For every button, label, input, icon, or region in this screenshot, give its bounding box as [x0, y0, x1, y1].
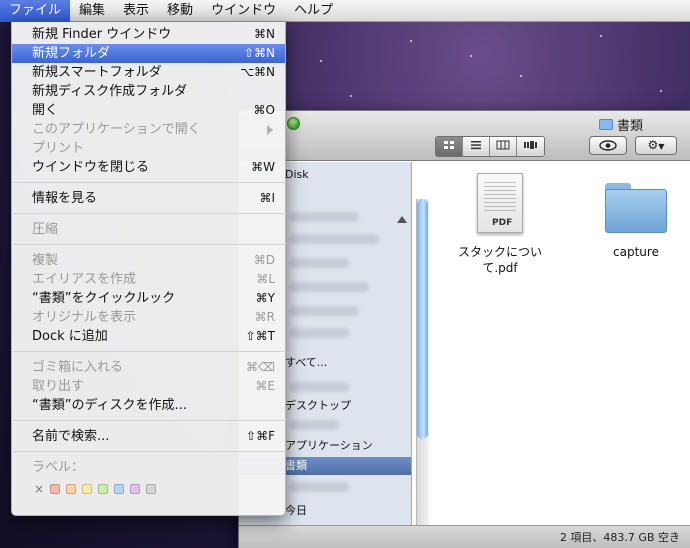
star	[410, 40, 412, 42]
sidebar-blurred-item	[289, 306, 359, 316]
menu-edit[interactable]: 編集	[70, 0, 114, 22]
pdf-file-icon[interactable]: PDF	[477, 173, 523, 233]
menu-item-get-info[interactable]: 情報を見る ⌘I	[12, 189, 285, 208]
menu-item-burn-disc[interactable]: “書類”のディスクを作成...	[12, 396, 285, 415]
sidebar-blurred-item	[289, 212, 359, 222]
status-bar: 2 項目、483.7 GB 空き	[239, 525, 690, 548]
menu-item-close-window[interactable]: ウインドウを閉じる ⌘W	[12, 158, 285, 177]
menu-separator	[13, 244, 286, 245]
menu-separator	[13, 420, 286, 421]
star	[520, 75, 522, 77]
star	[470, 55, 472, 57]
label-yellow-swatch[interactable]	[82, 484, 92, 494]
label-green-swatch[interactable]	[98, 484, 108, 494]
menu-item-quick-look[interactable]: “書類”をクイックルック ⌘Y	[12, 289, 285, 308]
file-menu-dropdown: 新規 Finder ウインドウ ⌘N 新規フォルダ ⇧⌘N 新規スマートフォルダ ⌥⌘…	[11, 22, 286, 516]
menu-item-add-to-dock[interactable]: Dock に追加 ⇧⌘T	[12, 327, 285, 346]
menu-separator	[13, 213, 286, 214]
label-orange-swatch[interactable]	[66, 484, 76, 494]
label-color-picker: ×	[34, 482, 156, 496]
chevron-down-icon: ▼	[658, 142, 665, 151]
folder-icon	[599, 119, 613, 130]
label-gray-swatch[interactable]	[146, 484, 156, 494]
menu-help[interactable]: ヘルプ	[285, 0, 342, 22]
menu-separator	[13, 182, 286, 183]
menu-item-print[interactable]: プリント	[12, 139, 285, 158]
sidebar-blurred-item	[289, 420, 339, 430]
menu-item-new-finder-window[interactable]: 新規 Finder ウインドウ ⌘N	[12, 25, 285, 44]
menu-bar: ファイル 編集 表示 移動 ウインドウ ヘルプ	[0, 0, 690, 22]
zoom-button[interactable]	[287, 117, 300, 130]
coverflow-view-button[interactable]	[517, 137, 544, 156]
menu-item-open[interactable]: 開く ⌘O	[12, 101, 285, 120]
menu-separator	[13, 451, 286, 452]
menu-item-eject[interactable]: 取り出す ⌘E	[12, 377, 285, 396]
sidebar-blurred-item	[289, 282, 369, 292]
menu-item-show-original[interactable]: オリジナルを表示 ⌘R	[12, 308, 285, 327]
sidebar-blurred-item	[289, 328, 349, 338]
pdf-tag: PDF	[492, 218, 513, 228]
sidebar-blurred-item	[289, 382, 349, 392]
label-none-button[interactable]: ×	[34, 482, 44, 496]
menu-item-new-smart-folder[interactable]: 新規スマートフォルダ ⌥⌘N	[12, 63, 285, 82]
menu-item-new-burn-folder[interactable]: 新規ディスク作成フォルダ	[12, 82, 285, 101]
menu-item-duplicate[interactable]: 複製 ⌘D	[12, 251, 285, 270]
star	[350, 95, 352, 97]
label-red-swatch[interactable]	[50, 484, 60, 494]
menu-item-new-folder[interactable]: 新規フォルダ ⇧⌘N	[12, 44, 285, 63]
window-title: 書類	[599, 115, 643, 134]
icon-view-button[interactable]	[436, 137, 463, 156]
menu-separator	[13, 351, 286, 352]
menu-item-compress[interactable]: 圧縮	[12, 220, 285, 239]
menu-item-move-to-trash[interactable]: ゴミ箱に入れる ⌘⌫	[12, 358, 285, 377]
menu-window[interactable]: ウインドウ	[202, 0, 285, 22]
columns-icon	[496, 140, 510, 150]
gear-icon: ⚙	[647, 138, 659, 152]
folder-icon[interactable]	[605, 183, 667, 233]
list-view-button[interactable]	[463, 137, 490, 156]
finder-window: 書類 ⚙▼ Disk すべて... デスクトップ アプリケーション 書類 今日 …	[238, 110, 690, 548]
menu-label-heading: ラベル：	[32, 460, 85, 475]
coverflow-icon	[523, 141, 537, 149]
menu-file[interactable]: ファイル	[0, 0, 71, 22]
star	[600, 35, 602, 37]
menu-view[interactable]: 表示	[114, 0, 158, 22]
menu-item-make-alias[interactable]: エイリアスを作成 ⌘L	[12, 270, 285, 289]
eject-icon[interactable]	[397, 216, 407, 223]
star	[320, 60, 322, 62]
label-purple-swatch[interactable]	[130, 484, 140, 494]
sidebar-blurred-item	[289, 234, 379, 244]
list-icon	[471, 141, 481, 150]
file-name-pdf[interactable]: スタックについて.pdf	[451, 244, 549, 276]
column-view-button[interactable]	[490, 137, 517, 156]
eye-icon	[599, 140, 617, 151]
action-menu-button[interactable]: ⚙▼	[635, 136, 677, 155]
quicklook-button[interactable]	[589, 136, 627, 155]
submenu-arrow-icon	[267, 125, 273, 135]
window-titlebar: 書類 ⚙▼	[239, 111, 690, 161]
window-title-text: 書類	[617, 119, 644, 134]
sidebar-scrollbar-thumb[interactable]	[417, 199, 428, 439]
view-mode-control	[435, 136, 545, 157]
star	[660, 90, 662, 92]
menu-item-open-with[interactable]: このアプリケーションで開く	[12, 120, 285, 139]
grid-icon	[444, 141, 454, 149]
label-blue-swatch[interactable]	[114, 484, 124, 494]
sidebar-blurred-item	[289, 482, 349, 492]
menu-item-find-by-name[interactable]: 名前で検索... ⇧⌘F	[12, 427, 285, 446]
sidebar-blurred-item	[289, 258, 349, 268]
file-name-capture[interactable]: capture	[599, 244, 673, 260]
menu-go[interactable]: 移動	[158, 0, 202, 22]
